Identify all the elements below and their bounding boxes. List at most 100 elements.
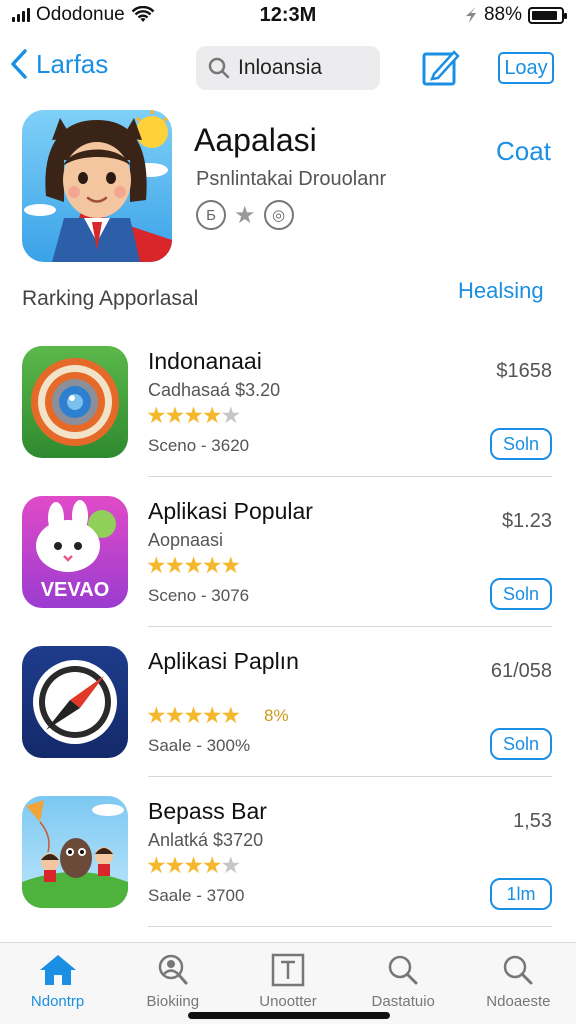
star-rating: ★★★★★ — [146, 552, 242, 579]
featured-app-icon[interactable] — [22, 110, 172, 262]
info-badge-icon: ◎ — [263, 200, 294, 230]
status-bar: Ododonue 12:3M 88% — [0, 0, 576, 30]
tab-label: Ndontrp — [30, 993, 85, 1010]
battery-icon — [528, 6, 567, 24]
search-person-icon — [158, 954, 188, 985]
tab-label: Dastatuio — [371, 993, 435, 1010]
star-filled-icon: ★ — [164, 702, 186, 728]
star-filled-icon: ★ — [183, 702, 204, 728]
status-right: 88% — [464, 4, 567, 26]
signal-icon — [12, 8, 30, 22]
done-button[interactable]: Loay — [498, 52, 554, 84]
star-filled-icon: ★ — [146, 402, 167, 428]
search-value: Inloansia — [238, 56, 323, 79]
app-meta: Sceno - 3620 — [148, 436, 250, 455]
target-app-icon — [22, 346, 128, 458]
text-box-icon — [271, 953, 305, 987]
featured-app-subtitle: Psnlintakai Drouolanr — [196, 168, 387, 190]
star-rating: ★★★★★ — [146, 402, 241, 429]
row-divider — [148, 626, 552, 627]
app-name: Bepass Bar — [148, 798, 267, 824]
app-price: $1.23 — [501, 510, 552, 532]
battery-level — [532, 10, 557, 20]
star-filled-icon: ★ — [183, 402, 204, 428]
star-filled-icon: ★ — [201, 552, 223, 578]
home-indicator[interactable] — [188, 1012, 390, 1019]
star-rating: ★★★★★ — [146, 852, 242, 879]
star-filled-icon: ★ — [183, 852, 204, 878]
get-app-button[interactable]: Soln — [490, 578, 552, 610]
app-price: 61/058 — [490, 660, 552, 682]
search-input[interactable]: Inloansia — [196, 46, 380, 90]
star-icon: ★ — [234, 201, 256, 229]
featured-app: Aapalasi Psnlintakai Drouolanr Б ★ ◎ Coa… — [0, 110, 576, 270]
get-app-button[interactable]: Soln — [490, 428, 552, 460]
tab-4[interactable]: Ndoaeste — [461, 943, 576, 1024]
app-name: Aplikasi Popular — [148, 498, 313, 524]
star-filled-icon: ★ — [164, 402, 186, 428]
star-filled-icon: ★ — [220, 702, 242, 728]
kite-app-icon — [22, 796, 128, 908]
star-filled-icon: ★ — [146, 702, 167, 728]
section-title: Rarking Apporlasal — [22, 287, 199, 310]
tab-label: Unootter — [259, 993, 317, 1010]
app-row[interactable]: Indonanaai Cadhasaá $3.20 ★★★★★ Sceno -… — [0, 346, 576, 496]
app-row[interactable]: VEVAO Aplikasi Popular Aopnaasi ★★★★★ Sc… — [0, 496, 576, 646]
back-label: Larfas — [36, 48, 109, 79]
star-filled-icon: ★ — [146, 552, 167, 578]
app-name: Indonanaai — [148, 348, 262, 374]
app-subtitle: Aopnaasi — [148, 530, 224, 550]
battery-percent: 88% — [483, 4, 522, 25]
row-divider — [148, 776, 552, 777]
app-row[interactable]: Bepass Bar Anlatká $3720 ★★★★★ Saale - … — [0, 796, 576, 946]
app-subtitle: Anlatká $3720 — [148, 830, 264, 850]
rating-extra: 8% — [264, 706, 289, 725]
tab-label: Ndoaeste — [486, 993, 551, 1010]
bunny-app-icon: VEVAO — [22, 496, 128, 608]
back-button[interactable]: Larfas — [10, 48, 108, 80]
compose-button[interactable] — [420, 46, 462, 88]
wifi-icon — [131, 6, 155, 22]
app-subtitle: Cadhasaá $3.20 — [148, 380, 281, 400]
star-filled-icon: ★ — [183, 552, 204, 578]
see-all-link[interactable]: Healsing — [458, 278, 544, 304]
carrier-label: Ododonue — [36, 4, 125, 25]
row-divider — [148, 476, 552, 477]
app-name: Aplikasi Paplın — [148, 648, 299, 674]
star-filled-icon: ★ — [164, 852, 186, 878]
status-left: Ododonue — [12, 4, 155, 26]
nav-bar: Larfas Inloansia Loay — [0, 40, 576, 96]
featured-badges: Б ★ ◎ — [196, 200, 294, 230]
home-icon — [39, 955, 76, 985]
star-filled-icon: ★ — [220, 552, 242, 578]
svg-text:VEVAO: VEVAO — [41, 579, 110, 601]
star-rating: ★★★★★ — [146, 702, 242, 729]
age-rating-badge: Б — [196, 200, 226, 230]
location-arrow-icon — [465, 7, 476, 23]
app-row[interactable]: Aplikasi Paplın ★★★★★ 8% Saale - 300% 61… — [0, 646, 576, 796]
search-icon — [208, 57, 230, 79]
app-meta: Sceno - 3076 — [148, 586, 250, 605]
tab-label: Biokiing — [146, 993, 200, 1010]
star-filled-icon: ★ — [164, 552, 186, 578]
star-filled-icon: ★ — [201, 702, 223, 728]
compose-icon — [422, 50, 460, 86]
compass-app-icon — [22, 646, 128, 758]
app-meta: Saale - 300% — [148, 736, 251, 755]
get-app-button[interactable]: 1lm — [490, 878, 552, 910]
get-app-button[interactable]: Soln — [490, 728, 552, 760]
search-icon — [504, 955, 533, 985]
star-filled-icon: ★ — [201, 852, 223, 878]
featured-app-name: Aapalasi — [194, 122, 317, 158]
get-button[interactable]: Coat — [496, 136, 551, 167]
search-icon — [388, 955, 418, 985]
chevron-left-icon — [11, 49, 27, 79]
app-meta: Saale - 3700 — [148, 886, 245, 905]
tab-0[interactable]: Ndontrp — [0, 943, 115, 1024]
app-price: $1658 — [496, 360, 552, 382]
star-filled-icon: ★ — [146, 852, 167, 878]
star-empty-icon: ★ — [220, 852, 242, 878]
star-filled-icon: ★ — [201, 402, 223, 428]
row-divider — [148, 926, 552, 927]
app-price: 1,53 — [513, 810, 552, 832]
